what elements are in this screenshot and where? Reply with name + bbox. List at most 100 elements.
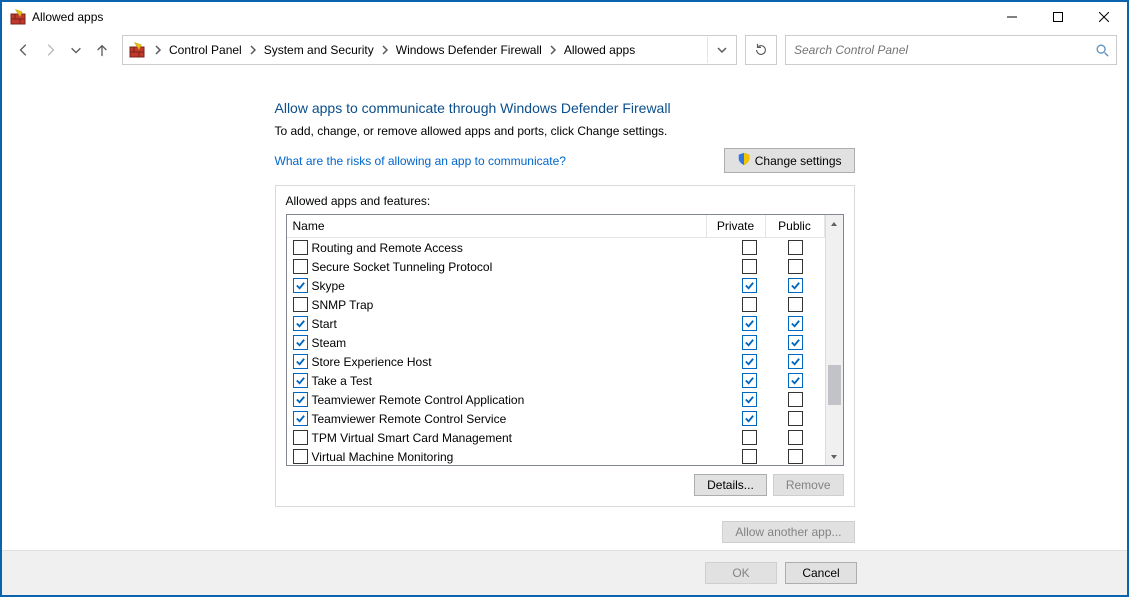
private-checkbox[interactable] [742, 354, 757, 369]
public-checkbox[interactable] [788, 240, 803, 255]
chevron-right-icon[interactable] [380, 45, 390, 55]
page-subtext: To add, change, or remove allowed apps a… [275, 124, 855, 138]
enabled-checkbox[interactable] [293, 297, 308, 312]
breadcrumb-system-security[interactable]: System and Security [260, 36, 378, 64]
chevron-right-icon[interactable] [153, 45, 163, 55]
private-checkbox[interactable] [742, 430, 757, 445]
private-checkbox[interactable] [742, 373, 757, 388]
forward-button[interactable] [38, 38, 62, 62]
listview-header: Name Private Public [287, 215, 825, 238]
public-checkbox[interactable] [788, 392, 803, 407]
table-row[interactable]: Virtual Machine Monitoring [287, 447, 825, 464]
public-checkbox[interactable] [788, 411, 803, 426]
private-checkbox[interactable] [742, 259, 757, 274]
public-checkbox[interactable] [788, 316, 803, 331]
breadcrumb-control-panel[interactable]: Control Panel [165, 36, 246, 64]
enabled-checkbox[interactable] [293, 373, 308, 388]
search-bar[interactable] [785, 35, 1117, 65]
public-checkbox[interactable] [788, 373, 803, 388]
enabled-checkbox[interactable] [293, 392, 308, 407]
private-checkbox[interactable] [742, 278, 757, 293]
enabled-checkbox[interactable] [293, 449, 308, 464]
risks-link[interactable]: What are the risks of allowing an app to… [275, 154, 566, 168]
public-checkbox[interactable] [788, 278, 803, 293]
public-checkbox[interactable] [788, 259, 803, 274]
content-area: Allow apps to communicate through Window… [2, 74, 1127, 550]
breadcrumb-firewall[interactable]: Windows Defender Firewall [392, 36, 546, 64]
allowed-apps-listview[interactable]: Name Private Public Routing and Remote A… [286, 214, 844, 466]
public-checkbox[interactable] [788, 335, 803, 350]
breadcrumb-allowed-apps[interactable]: Allowed apps [560, 36, 639, 64]
private-checkbox[interactable] [742, 316, 757, 331]
enabled-checkbox[interactable] [293, 411, 308, 426]
table-row[interactable]: Teamviewer Remote Control Application [287, 390, 825, 409]
recent-dropdown[interactable] [64, 38, 88, 62]
scrollbar[interactable] [825, 215, 843, 465]
scroll-down-button[interactable] [826, 448, 843, 465]
table-row[interactable]: Teamviewer Remote Control Service [287, 409, 825, 428]
public-checkbox[interactable] [788, 354, 803, 369]
public-checkbox[interactable] [788, 449, 803, 464]
ok-button[interactable]: OK [705, 562, 777, 584]
private-checkbox[interactable] [742, 411, 757, 426]
cancel-button[interactable]: Cancel [785, 562, 857, 584]
table-row[interactable]: SNMP Trap [287, 295, 825, 314]
up-button[interactable] [90, 38, 114, 62]
app-name: Steam [312, 336, 347, 350]
column-public[interactable]: Public [766, 215, 825, 237]
app-name: Skype [312, 279, 345, 293]
table-row[interactable]: Store Experience Host [287, 352, 825, 371]
public-checkbox[interactable] [788, 430, 803, 445]
navbar: Control Panel System and Security Window… [2, 32, 1127, 74]
app-name: Teamviewer Remote Control Application [312, 393, 525, 407]
enabled-checkbox[interactable] [293, 259, 308, 274]
table-row[interactable]: Steam [287, 333, 825, 352]
app-name: SNMP Trap [312, 298, 374, 312]
allow-another-app-button[interactable]: Allow another app... [722, 521, 854, 543]
public-checkbox[interactable] [788, 297, 803, 312]
chevron-right-icon[interactable] [548, 45, 558, 55]
app-name: Start [312, 317, 337, 331]
refresh-button[interactable] [745, 35, 777, 65]
allowed-apps-groupbox: Allowed apps and features: Name Private … [275, 185, 855, 507]
private-checkbox[interactable] [742, 449, 757, 464]
back-button[interactable] [12, 38, 36, 62]
remove-button[interactable]: Remove [773, 474, 844, 496]
enabled-checkbox[interactable] [293, 240, 308, 255]
window-controls [989, 2, 1127, 32]
enabled-checkbox[interactable] [293, 316, 308, 331]
enabled-checkbox[interactable] [293, 354, 308, 369]
maximize-button[interactable] [1035, 2, 1081, 32]
search-icon[interactable] [1088, 43, 1116, 57]
private-checkbox[interactable] [742, 392, 757, 407]
scroll-thumb[interactable] [828, 365, 841, 405]
table-row[interactable]: Start [287, 314, 825, 333]
app-name: TPM Virtual Smart Card Management [312, 431, 513, 445]
address-bar[interactable]: Control Panel System and Security Window… [122, 35, 737, 65]
enabled-checkbox[interactable] [293, 335, 308, 350]
scroll-up-button[interactable] [826, 215, 843, 232]
table-row[interactable]: Secure Socket Tunneling Protocol [287, 257, 825, 276]
chevron-right-icon[interactable] [248, 45, 258, 55]
details-button[interactable]: Details... [694, 474, 767, 496]
minimize-button[interactable] [989, 2, 1035, 32]
table-row[interactable]: Take a Test [287, 371, 825, 390]
table-row[interactable]: Skype [287, 276, 825, 295]
search-input[interactable] [786, 43, 1088, 57]
window: Allowed apps Control Panel System and Se… [0, 0, 1129, 597]
table-row[interactable]: TPM Virtual Smart Card Management [287, 428, 825, 447]
table-row[interactable]: Routing and Remote Access [287, 238, 825, 257]
address-dropdown[interactable] [707, 37, 736, 63]
enabled-checkbox[interactable] [293, 278, 308, 293]
column-private[interactable]: Private [707, 215, 766, 237]
private-checkbox[interactable] [742, 335, 757, 350]
close-button[interactable] [1081, 2, 1127, 32]
groupbox-label: Allowed apps and features: [286, 194, 844, 208]
private-checkbox[interactable] [742, 297, 757, 312]
private-checkbox[interactable] [742, 240, 757, 255]
enabled-checkbox[interactable] [293, 430, 308, 445]
app-name: Store Experience Host [312, 355, 432, 369]
column-name[interactable]: Name [287, 215, 707, 237]
change-settings-button[interactable]: Change settings [724, 148, 855, 173]
app-name: Virtual Machine Monitoring [312, 450, 454, 464]
